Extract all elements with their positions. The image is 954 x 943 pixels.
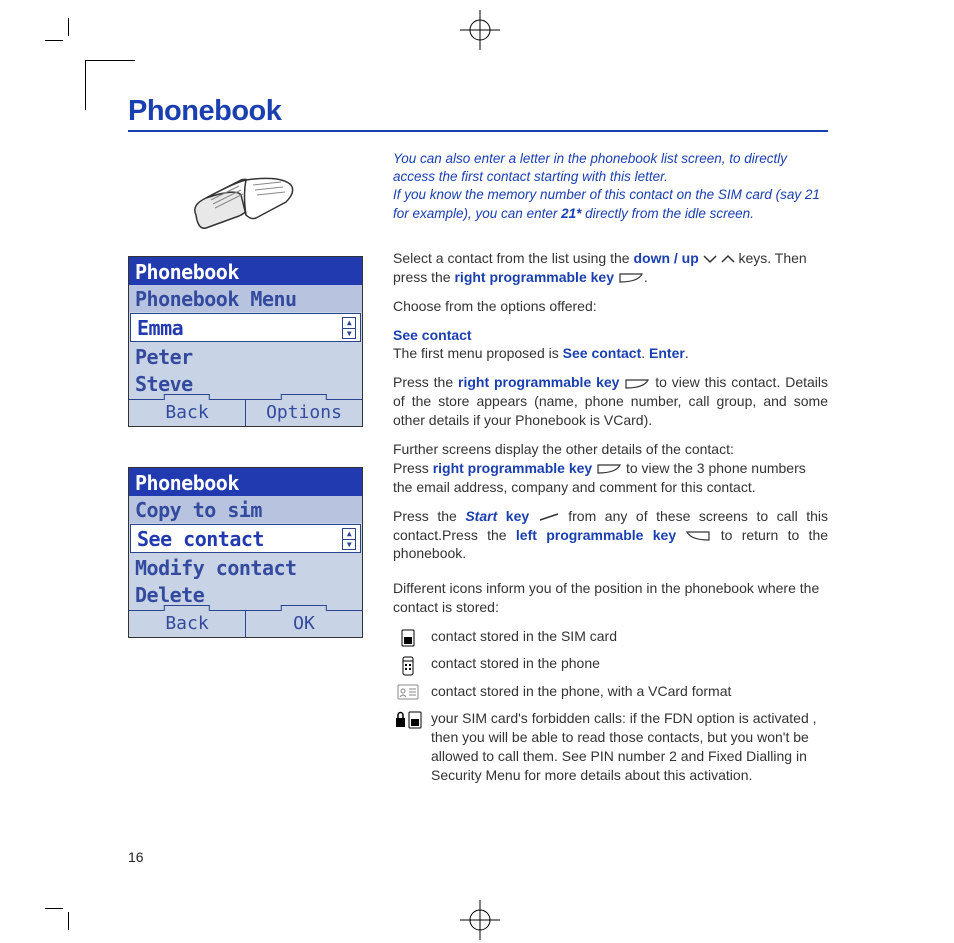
scroll-indicator-icon: ▲▼ [342,317,356,339]
corner-line [85,60,135,61]
softkey-left: Back [129,611,246,637]
scroll-indicator-icon: ▲▼ [342,528,356,550]
legend-row: contact stored in the phone [393,654,828,676]
page-number: 16 [128,849,144,865]
legend-row: your SIM card's forbidden calls: if the … [393,709,828,785]
text: The first menu proposed is [393,345,563,361]
down-arrow-icon [703,254,717,264]
screen-subtitle: Phonebook Menu [129,285,362,312]
text: Press the [393,374,458,390]
page-title: Phonebook [128,95,828,132]
tip-bold: 21* [561,206,581,221]
text-bold: See contact [563,345,642,361]
text-bold: right programmable key [454,269,614,285]
crop-mark [68,18,69,36]
screen-title: Phonebook [129,257,362,285]
vcard-icon [393,682,423,703]
sim-card-icon [393,627,423,648]
book-illustration [181,150,311,240]
body-paragraph: Different icons inform you of the positi… [393,579,828,617]
tip-line: directly from the idle screen. [581,206,754,221]
up-arrow-icon [721,254,735,264]
list-item-label: See contact [137,527,264,551]
list-item: Modify contact [129,554,362,581]
text: . [641,345,649,361]
phone-screen-contacts: Phonebook Phonebook Menu Emma ▲▼ Peter S… [128,256,363,427]
list-item: Peter [129,343,362,370]
body-paragraph: Further screens display the other detail… [393,440,828,497]
phone-icon [393,654,423,676]
softkey-left-icon [685,530,711,542]
start-key-icon [538,512,560,522]
list-item: Delete [129,581,362,608]
subheading: See contact [393,327,472,343]
left-column: Phonebook Phonebook Menu Emma ▲▼ Peter S… [128,150,363,790]
corner-line [85,60,86,110]
screen-subtitle: Copy to sim [129,496,362,523]
list-item-label: Emma [137,316,183,340]
softkey-right-icon [624,378,650,390]
screen-title: Phonebook [129,468,362,496]
text-bold: key [497,508,529,524]
list-item: Steve [129,370,362,397]
phone-screen-options: Phonebook Copy to sim See contact ▲▼ Mod… [128,467,363,638]
crop-mark [68,912,69,930]
softkey-label: Options [266,402,342,423]
text-bold: Enter [649,345,685,361]
softkey-right: Options [246,400,362,426]
body-paragraph: Choose from the options offered: [393,297,828,316]
list-item: See contact ▲▼ [130,524,361,553]
body-paragraph: Select a contact from the list using the… [393,249,828,287]
softkey-left: Back [129,400,246,426]
softkey-bar: Back OK [129,610,362,637]
legend-row: contact stored in the phone, with a VCar… [393,682,828,703]
text: Select a contact from the list using the [393,250,633,266]
list-item-label: Steve [135,372,193,396]
softkey-right: OK [246,611,362,637]
text-bold: left programmable key [516,527,676,543]
list-item-label: Modify contact [135,556,297,580]
text-bold: right programmable key [433,460,593,476]
text: Further screens display the other detail… [393,441,734,457]
legend-text: contact stored in the SIM card [431,627,828,646]
registration-mark-top [460,10,500,50]
legend-text: your SIM card's forbidden calls: if the … [431,709,828,785]
list-item-label: Delete [135,583,204,607]
softkey-bar: Back Options [129,399,362,426]
softkey-right-icon [596,463,622,475]
softkey-label: OK [293,613,315,634]
page-content: Phonebook Phonebook Phonebook Menu [128,95,828,790]
crop-mark [45,908,63,909]
list-item: Emma ▲▼ [130,313,361,342]
icon-legend: contact stored in the SIM card contact s… [393,627,828,784]
lock-sim-icon [393,709,423,730]
text: Press [393,460,433,476]
text-bold: right programmable key [458,374,619,390]
body-paragraph: Press the Start key from any of these sc… [393,507,828,564]
body-paragraph: See contact The first menu proposed is S… [393,326,828,364]
registration-mark-bottom [460,900,500,940]
tip-box: You can also enter a letter in the phone… [393,150,828,223]
legend-row: contact stored in the SIM card [393,627,828,648]
text-bold: down / up [633,250,698,266]
text: Press the [393,508,465,524]
text: . [644,269,648,285]
tip-line: You can also enter a letter in the phone… [393,151,787,184]
list-item-label: Peter [135,345,193,369]
softkey-label: Back [165,613,208,634]
text-bold-italic: Start [465,508,497,524]
body-paragraph: Press the right programmable key to view… [393,373,828,430]
softkey-label: Back [165,402,208,423]
legend-text: contact stored in the phone, with a VCar… [431,682,828,701]
right-column: You can also enter a letter in the phone… [393,150,828,790]
softkey-right-icon [618,272,644,284]
legend-text: contact stored in the phone [431,654,828,673]
text: . [685,345,689,361]
crop-mark [45,40,63,41]
